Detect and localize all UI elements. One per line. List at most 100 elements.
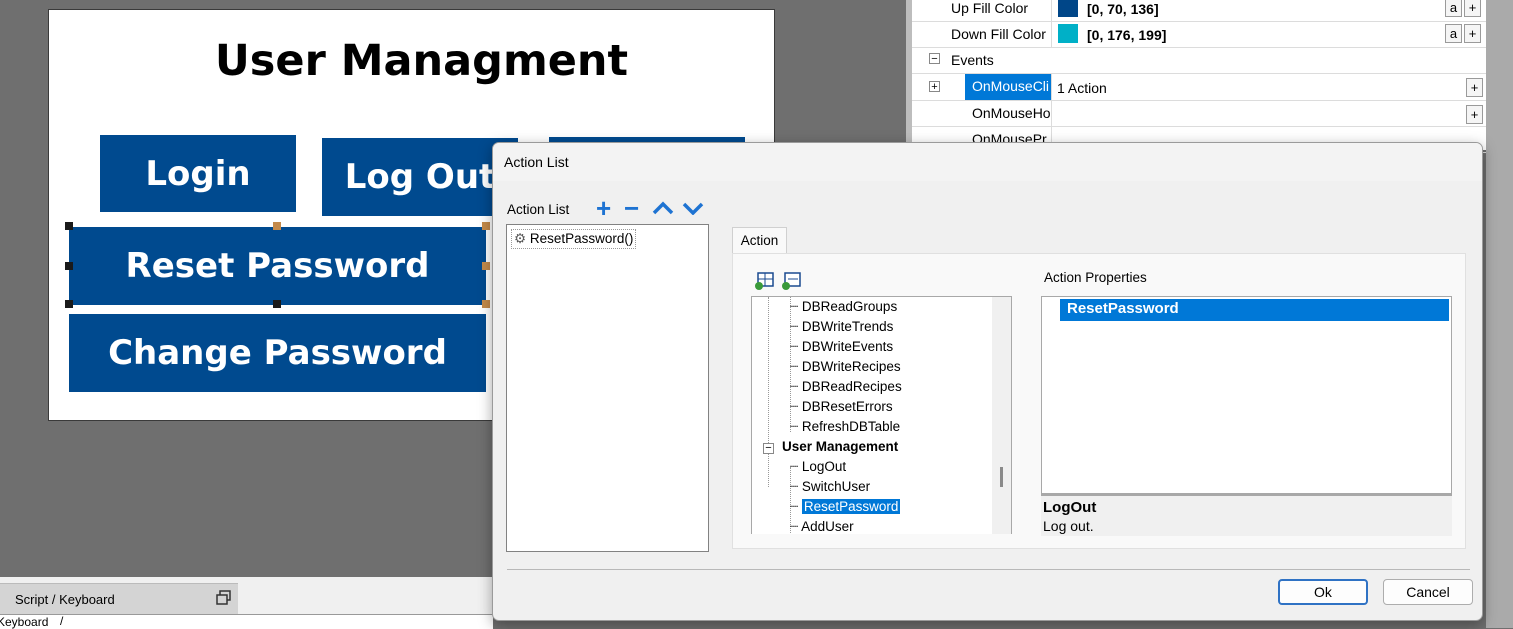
slash-label: /: [60, 614, 64, 628]
tree-item-label: LogOut: [801, 459, 847, 474]
login-button[interactable]: Login: [100, 135, 296, 212]
property-value[interactable]: 1 Action +: [1051, 74, 1483, 100]
remove-action-icon[interactable]: −: [624, 193, 639, 224]
dialog-title: Action List: [504, 154, 569, 170]
ok-button[interactable]: Ok: [1278, 579, 1368, 605]
action-list-dialog: Action List Action List + − ⚙ ResetPassw…: [492, 142, 1483, 621]
restore-window-icon[interactable]: [216, 590, 232, 606]
expand-all-icon[interactable]: [754, 271, 776, 291]
text-a-button[interactable]: a: [1445, 24, 1462, 43]
description-panel: LogOut Log out.: [1041, 494, 1452, 536]
text-a-button[interactable]: a: [1445, 0, 1462, 17]
tree-item-label: DBWriteTrends: [801, 319, 894, 334]
collapse-all-icon[interactable]: [781, 271, 803, 291]
tree-item-label: DBWriteEvents: [801, 339, 894, 354]
change-password-button[interactable]: Change Password: [69, 314, 486, 392]
tree-item-label: DBReadRecipes: [801, 379, 902, 394]
property-label: OnMouseCli: [965, 74, 1051, 100]
list-item[interactable]: ⚙ ResetPassword(): [511, 229, 637, 249]
property-on-mouse-click[interactable]: + OnMouseCli 1 Action +: [912, 74, 1486, 101]
tree-item-label: ResetPassword: [801, 499, 901, 514]
selection-handle[interactable]: [65, 300, 73, 308]
tree-line: [768, 297, 770, 487]
selected-property-row[interactable]: ResetPassword: [1060, 299, 1449, 321]
action-listbox[interactable]: ⚙ ResetPassword(): [506, 224, 709, 552]
tree-scrollbar[interactable]: [992, 297, 1011, 534]
divider: [507, 569, 1470, 570]
tree-item[interactable]: ┈ DBReadRecipes: [790, 379, 902, 395]
tree-item[interactable]: ┈ DBResetErrors: [790, 399, 893, 415]
property-grid: Up Fill Color [0, 70, 136] a + Down Fill…: [906, 0, 1492, 153]
property-value-text: 1 Action: [1057, 80, 1107, 96]
selection-handle[interactable]: [273, 222, 281, 230]
selection-handle[interactable]: [482, 262, 490, 270]
tree-item-label: SwitchUser: [801, 479, 871, 494]
gear-icon: ⚙: [514, 231, 527, 246]
list-item-label: ResetPassword(): [529, 231, 634, 246]
property-on-mouse-hover[interactable]: OnMouseHo +: [912, 100, 1486, 127]
tree-item-label: DBWriteRecipes: [801, 359, 901, 374]
tree-item[interactable]: ┈ DBWriteEvents: [790, 339, 893, 355]
keyboard-strip: Keyboard /: [0, 614, 493, 629]
property-value[interactable]: +: [1051, 100, 1483, 126]
tree-item[interactable]: ┈ RefreshDBTable: [790, 419, 900, 435]
reset-password-button[interactable]: Reset Password: [69, 227, 486, 305]
property-value-text: [0, 70, 136]: [1087, 1, 1159, 17]
property-value[interactable]: [0, 70, 136] a +: [1051, 0, 1482, 21]
collapse-icon[interactable]: −: [929, 53, 940, 65]
expand-icon[interactable]: +: [929, 81, 940, 93]
tree-item-label: AddUser: [801, 519, 854, 534]
selection-handle[interactable]: [65, 262, 73, 270]
tree-group-user-management[interactable]: User Management: [782, 439, 898, 454]
tree-item[interactable]: ┈ AddUser: [790, 519, 854, 534]
action-tree[interactable]: ┈ DBReadGroups ┈ DBWriteTrends ┈ DBWrite…: [751, 296, 1012, 534]
property-value-text: [0, 176, 199]: [1087, 27, 1167, 43]
action-list-label: Action List: [507, 202, 570, 217]
selection-handle[interactable]: [482, 300, 490, 308]
selection-handle[interactable]: [65, 222, 73, 230]
hmi-title: User Managment: [214, 36, 629, 86]
plus-button[interactable]: +: [1466, 105, 1483, 124]
property-label: Up Fill Color: [951, 0, 1029, 16]
tab-action[interactable]: Action: [732, 227, 787, 254]
events-label: Events: [951, 52, 994, 68]
property-up-fill-color[interactable]: Up Fill Color [0, 70, 136] a +: [912, 0, 1486, 22]
description-title: LogOut: [1043, 499, 1097, 516]
collapse-icon[interactable]: −: [763, 443, 774, 454]
selection-handle[interactable]: [273, 300, 281, 308]
plus-button[interactable]: +: [1464, 0, 1481, 17]
add-action-icon[interactable]: +: [596, 193, 611, 224]
logout-button[interactable]: Log Out: [322, 138, 518, 216]
tree-item[interactable]: ┈ DBWriteTrends: [790, 319, 893, 335]
dialog-titlebar[interactable]: Action List: [493, 143, 1482, 181]
description-text: Log out.: [1043, 518, 1094, 534]
cancel-button[interactable]: Cancel: [1383, 579, 1473, 605]
color-swatch: [1058, 0, 1078, 17]
tree-item-label: DBReadGroups: [801, 299, 898, 314]
selection-handle[interactable]: [482, 222, 490, 230]
action-properties-label: Action Properties: [1044, 270, 1147, 285]
move-down-icon[interactable]: [682, 201, 704, 215]
tree-item[interactable]: ┈ DBWriteRecipes: [790, 359, 901, 375]
plus-button[interactable]: +: [1466, 78, 1483, 97]
tree-item-selected[interactable]: ┈ ResetPassword: [790, 499, 901, 515]
property-down-fill-color[interactable]: Down Fill Color [0, 176, 199] a +: [912, 21, 1486, 48]
events-category[interactable]: − Events: [912, 47, 1486, 74]
tab-script-keyboard[interactable]: Script / Keyboard: [0, 583, 238, 615]
plus-button[interactable]: +: [1464, 24, 1481, 43]
tab-panel: ┈ DBReadGroups ┈ DBWriteTrends ┈ DBWrite…: [732, 253, 1466, 549]
move-up-icon[interactable]: [652, 201, 674, 215]
tab-label: Script / Keyboard: [15, 592, 115, 607]
property-label: Down Fill Color: [951, 26, 1046, 42]
property-value[interactable]: [0, 176, 199] a +: [1051, 21, 1482, 47]
scrollbar-thumb[interactable]: [1000, 467, 1003, 487]
property-label: OnMouseHo: [972, 105, 1050, 121]
tree-item-label: DBResetErrors: [801, 399, 893, 414]
tree-item[interactable]: ┈ LogOut: [790, 459, 846, 475]
tree-item[interactable]: ┈ SwitchUser: [790, 479, 870, 495]
color-swatch: [1058, 24, 1078, 43]
tree-item[interactable]: ┈ DBReadGroups: [790, 299, 897, 315]
tree-item-label: RefreshDBTable: [801, 419, 901, 434]
action-properties-grid[interactable]: ResetPassword: [1041, 296, 1452, 494]
scrollbar-strip[interactable]: [1486, 0, 1513, 628]
